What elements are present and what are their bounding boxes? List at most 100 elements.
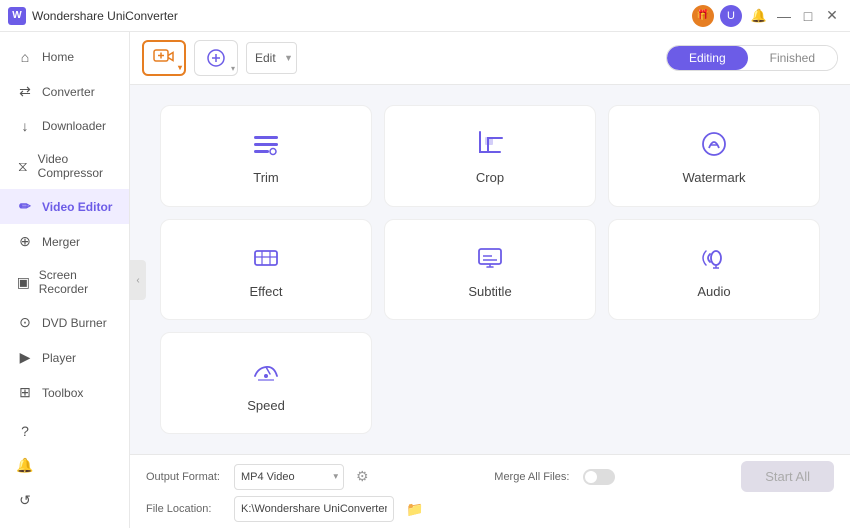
- watermark-label: Watermark: [682, 170, 745, 185]
- sidebar-help[interactable]: ?: [0, 414, 129, 448]
- sidebar-item-merger[interactable]: ⊕ Merger: [0, 224, 129, 259]
- refresh-icon: ↺: [16, 492, 34, 509]
- tab-editing[interactable]: Editing: [667, 46, 748, 70]
- quality-settings-icon[interactable]: ⚙: [356, 468, 369, 485]
- audio-label: Audio: [697, 284, 730, 299]
- content-area: ▾ ▾ Edit ▾ Editing Finished: [130, 32, 850, 528]
- sidebar-notifications[interactable]: 🔔: [0, 448, 129, 483]
- merger-icon: ⊕: [16, 233, 34, 250]
- file-location-label: File Location:: [146, 503, 226, 515]
- tab-finished[interactable]: Finished: [748, 46, 837, 70]
- dvd-burner-icon: ⊙: [16, 314, 34, 331]
- bell-icon[interactable]: 🔔: [748, 5, 770, 27]
- sidebar-label-player: Player: [42, 351, 76, 365]
- notifications-icon: 🔔: [16, 457, 34, 474]
- video-editor-icon: ✏: [16, 198, 34, 215]
- sidebar-item-toolbox[interactable]: ⊞ Toolbox: [0, 375, 129, 410]
- watermark-icon: [696, 126, 732, 162]
- header-icons: 🎁 U 🔔: [692, 5, 770, 27]
- trim-icon: [248, 126, 284, 162]
- effect-label: Effect: [249, 284, 282, 299]
- sidebar-label-video-compressor: Video Compressor: [38, 152, 113, 180]
- crop-icon: [472, 126, 508, 162]
- file-location-row: File Location: 📁: [146, 496, 834, 522]
- add-video-icon: [153, 47, 175, 69]
- title-bar: W Wondershare UniConverter 🎁 U 🔔 — □ ✕: [0, 0, 850, 32]
- output-format-wrap: MP4 Video ▾: [234, 464, 344, 490]
- bottom-bar: Output Format: MP4 Video ▾ ⚙ Merge All F…: [130, 454, 850, 528]
- sidebar-item-home[interactable]: ⌂ Home: [0, 40, 129, 74]
- tool-card-audio[interactable]: Audio: [608, 219, 820, 321]
- tools-grid: Trim Crop: [130, 85, 850, 454]
- trim-label: Trim: [253, 170, 279, 185]
- sidebar-label-toolbox: Toolbox: [42, 386, 83, 400]
- tool-card-speed[interactable]: Speed: [160, 332, 372, 434]
- home-icon: ⌂: [16, 49, 34, 65]
- sidebar-label-screen-recorder: Screen Recorder: [39, 268, 113, 296]
- video-compressor-icon: ⧖: [16, 158, 30, 175]
- merge-toggle[interactable]: [583, 469, 615, 485]
- sidebar-label-converter: Converter: [42, 85, 95, 99]
- add-extra-icon: [206, 48, 226, 68]
- edit-select[interactable]: Edit: [246, 42, 297, 74]
- maximize-button[interactable]: □: [798, 6, 818, 26]
- title-bar-left: W Wondershare UniConverter: [8, 7, 178, 25]
- sidebar-refresh[interactable]: ↺: [0, 483, 129, 518]
- file-location-input[interactable]: [234, 496, 394, 522]
- app-logo: W: [8, 7, 26, 25]
- main-layout: ⌂ Home ⇄ Converter ↓ Downloader ⧖ Video …: [0, 32, 850, 528]
- start-all-button[interactable]: Start All: [741, 461, 834, 492]
- crop-label: Crop: [476, 170, 504, 185]
- sidebar-item-downloader[interactable]: ↓ Downloader: [0, 109, 129, 143]
- subtitle-label: Subtitle: [468, 284, 511, 299]
- user-avatar[interactable]: U: [720, 5, 742, 27]
- minimize-button[interactable]: —: [774, 6, 794, 26]
- sidebar: ⌂ Home ⇄ Converter ↓ Downloader ⧖ Video …: [0, 32, 130, 528]
- collapse-chevron-icon: ‹: [136, 275, 139, 286]
- add-video-chevron: ▾: [178, 63, 182, 72]
- effect-icon: [248, 240, 284, 276]
- add-video-button[interactable]: ▾: [142, 40, 186, 76]
- merge-label: Merge All Files:: [494, 471, 569, 483]
- output-format-label: Output Format:: [146, 471, 226, 483]
- speed-label: Speed: [247, 398, 285, 413]
- audio-icon: [696, 240, 732, 276]
- sidebar-label-video-editor: Video Editor: [42, 200, 112, 214]
- sidebar-item-converter[interactable]: ⇄ Converter: [0, 74, 129, 109]
- converter-icon: ⇄: [16, 83, 34, 100]
- output-format-row: Output Format: MP4 Video ▾ ⚙ Merge All F…: [146, 461, 834, 492]
- add-extra-chevron: ▾: [231, 64, 235, 73]
- sidebar-footer: ? 🔔 ↺: [0, 410, 129, 522]
- sidebar-item-video-compressor[interactable]: ⧖ Video Compressor: [0, 143, 129, 189]
- tool-card-subtitle[interactable]: Subtitle: [384, 219, 596, 321]
- downloader-icon: ↓: [16, 118, 34, 134]
- tool-card-trim[interactable]: Trim: [160, 105, 372, 207]
- player-icon: ▶: [16, 349, 34, 366]
- sidebar-item-video-editor[interactable]: ✏ Video Editor: [0, 189, 129, 224]
- speed-icon: [248, 354, 284, 390]
- help-icon: ?: [16, 423, 34, 439]
- output-format-select[interactable]: MP4 Video: [234, 464, 344, 490]
- tool-card-crop[interactable]: Crop: [384, 105, 596, 207]
- app-title: Wondershare UniConverter: [32, 9, 178, 23]
- sidebar-item-screen-recorder[interactable]: ▣ Screen Recorder: [0, 259, 129, 305]
- toolbox-icon: ⊞: [16, 384, 34, 401]
- gift-icon[interactable]: 🎁: [692, 5, 714, 27]
- tool-card-effect[interactable]: Effect: [160, 219, 372, 321]
- tool-card-watermark[interactable]: Watermark: [608, 105, 820, 207]
- edit-select-wrap: Edit ▾: [246, 42, 297, 74]
- sidebar-label-home: Home: [42, 50, 74, 64]
- sidebar-label-merger: Merger: [42, 235, 80, 249]
- sidebar-item-dvd-burner[interactable]: ⊙ DVD Burner: [0, 305, 129, 340]
- sidebar-item-player[interactable]: ▶ Player: [0, 340, 129, 375]
- subtitle-icon: [472, 240, 508, 276]
- add-extra-button[interactable]: ▾: [194, 40, 238, 76]
- folder-icon[interactable]: 📁: [406, 501, 423, 518]
- tab-group: Editing Finished: [666, 45, 838, 71]
- tool-card-empty2: [608, 332, 820, 434]
- toolbar: ▾ ▾ Edit ▾ Editing Finished: [130, 32, 850, 85]
- screen-recorder-icon: ▣: [16, 274, 31, 291]
- close-button[interactable]: ✕: [822, 6, 842, 26]
- sidebar-label-downloader: Downloader: [42, 119, 106, 133]
- sidebar-collapse-button[interactable]: ‹: [130, 260, 146, 300]
